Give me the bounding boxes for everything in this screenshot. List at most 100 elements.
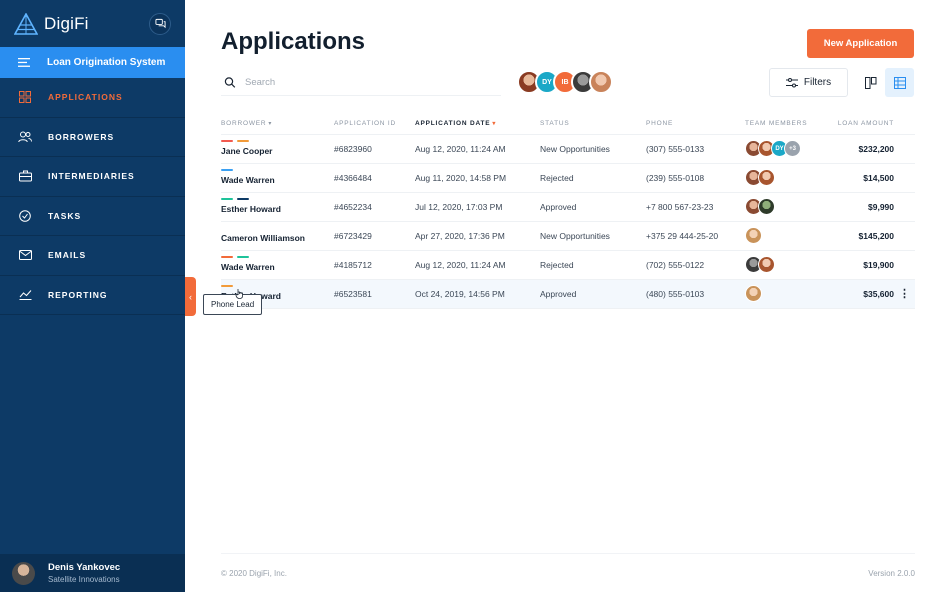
- phone-cell: +375 29 444-25-20: [646, 221, 745, 251]
- phone-cell: +7 800 567-23-23: [646, 192, 745, 222]
- user-name: Denis Yankovec: [48, 562, 121, 573]
- tag-list: [221, 168, 237, 171]
- application-id-cell: #4652234: [334, 192, 415, 222]
- filters-button[interactable]: Filters: [769, 68, 848, 97]
- application-date-cell: Aug 12, 2020, 11:24 AM: [415, 134, 540, 164]
- team-members-cell: [745, 279, 820, 309]
- table-row[interactable]: Wade Warren #4366484 Aug 11, 2020, 14:58…: [221, 163, 915, 193]
- actions-cell: [894, 134, 915, 164]
- table-row[interactable]: Wade Warren #4185712 Aug 12, 2020, 11:24…: [221, 250, 915, 280]
- page-title: Applications: [221, 28, 366, 55]
- sort-arrow-icon: ▾: [268, 121, 273, 128]
- sidebar-item-borrowers[interactable]: BORROWERS: [0, 118, 185, 157]
- phone-cell: (239) 555-0108: [646, 163, 745, 193]
- team-members-cell: [745, 163, 820, 193]
- column-header-team-members[interactable]: TEAM MEMBERS: [745, 114, 820, 135]
- tag-list: [221, 255, 253, 258]
- application-date-cell: Aug 11, 2020, 14:58 PM: [415, 163, 540, 193]
- check-circle-icon: [18, 209, 32, 223]
- sidebar-item-label: REPORTING: [48, 289, 108, 300]
- new-application-button[interactable]: New Application: [807, 29, 914, 58]
- sidebar-item-applications[interactable]: APPLICATIONS: [0, 78, 185, 118]
- column-header-loan-amount[interactable]: LOAN AMOUNT: [820, 114, 894, 135]
- borrower-cell: Cameron Williamson: [221, 221, 334, 251]
- tag-list: [221, 197, 253, 200]
- search-icon: [224, 77, 236, 88]
- sidebar-item-label: EMAILS: [48, 250, 87, 261]
- board-view-icon: [864, 76, 876, 89]
- status-cell: Approved: [540, 279, 646, 309]
- user-profile[interactable]: Denis Yankovec Satellite Innovations: [0, 554, 185, 592]
- team-members-cell: [745, 221, 820, 251]
- search-input[interactable]: [245, 77, 465, 88]
- borrower-name: Wade Warren: [221, 174, 275, 185]
- tag: [237, 139, 249, 142]
- table-header-row: BORROWER ▾ APPLICATION ID APPLICATION DAT…: [221, 114, 915, 135]
- column-header-status[interactable]: STATUS: [540, 114, 646, 135]
- actions-cell: [894, 221, 915, 251]
- actions-cell: [894, 192, 915, 222]
- table-row[interactable]: Jane Cooper #6823960 Aug 12, 2020, 11:24…: [221, 134, 915, 164]
- application-id-cell: #4366484: [334, 163, 415, 193]
- column-header-borrower[interactable]: BORROWER ▾: [221, 114, 334, 135]
- column-header-phone[interactable]: PHONE: [646, 114, 745, 135]
- loan-amount-cell: $232,200: [820, 134, 894, 164]
- chat-button[interactable]: [149, 12, 171, 35]
- hand-cursor-icon: [235, 289, 243, 299]
- status-cell: New Opportunities: [540, 134, 646, 164]
- column-header-application-date[interactable]: APPLICATION DATE ▾: [415, 114, 540, 135]
- users-icon: [18, 130, 32, 144]
- table-row[interactable]: Esther Howard #4652234 Jul 12, 2020, 17:…: [221, 192, 915, 222]
- column-header-actions: [894, 114, 915, 135]
- tag: [221, 197, 233, 200]
- loan-amount-cell: $35,600: [820, 279, 894, 309]
- tag: [221, 168, 233, 171]
- tag: [221, 139, 233, 142]
- borrower-name: Esther Howard: [221, 203, 281, 214]
- application-date-cell: Apr 27, 2020, 17:36 PM: [415, 221, 540, 251]
- row-actions-button[interactable]: ⋮: [894, 279, 915, 309]
- sidebar-item-emails[interactable]: EMAILS: [0, 236, 185, 276]
- avatar-initials: DY: [542, 78, 552, 86]
- avatar[interactable]: [589, 70, 613, 94]
- borrower-cell: Wade Warren: [221, 250, 334, 280]
- tag-tooltip: Phone Lead: [203, 294, 263, 315]
- borrower-cell: Esther Howard: [221, 192, 334, 222]
- status-cell: Approved: [540, 192, 646, 222]
- sidebar-item-reporting[interactable]: REPORTING: [0, 276, 185, 315]
- avatar-initials: DY: [775, 145, 784, 152]
- copyright-text: © 2020 DigiFi, Inc.: [221, 569, 287, 578]
- chat-icon: [154, 18, 166, 29]
- chart-line-icon: [18, 288, 32, 302]
- team-members-cell: DY +3: [745, 134, 820, 164]
- product-switcher[interactable]: Loan Origination System: [0, 47, 185, 78]
- brand-header: DigiFi: [0, 0, 185, 47]
- actions-cell: [894, 250, 915, 280]
- sidebar-item-tasks[interactable]: TASKS: [0, 197, 185, 236]
- application-date-cell: Aug 12, 2020, 11:24 AM: [415, 250, 540, 280]
- application-id-cell: #6823960: [334, 134, 415, 164]
- board-view-button[interactable]: [856, 68, 885, 97]
- loan-amount-cell: $145,200: [820, 221, 894, 251]
- table-view-button[interactable]: [885, 68, 914, 97]
- column-label: APPLICATION DATE: [415, 120, 491, 128]
- borrower-name: Wade Warren: [221, 261, 275, 272]
- filters-label: Filters: [803, 77, 832, 88]
- table-row[interactable]: Cameron Williamson #6723429 Apr 27, 2020…: [221, 221, 915, 251]
- avatar: [12, 561, 35, 585]
- team-members-cell: [745, 192, 820, 222]
- sidebar-item-label: INTERMEDIARIES: [48, 171, 135, 182]
- tag-list: [221, 284, 237, 287]
- search-bar: [221, 70, 501, 96]
- brand-name: DigiFi: [44, 13, 89, 33]
- column-header-application-id[interactable]: APPLICATION ID: [334, 114, 415, 135]
- product-name: Loan Origination System: [47, 57, 166, 68]
- sidebar-item-label: BORROWERS: [48, 131, 115, 142]
- column-label: TEAM MEMBERS: [745, 120, 808, 128]
- loan-amount-cell: $14,500: [820, 163, 894, 193]
- sidebar-item-intermediaries[interactable]: INTERMEDIARIES: [0, 157, 185, 197]
- tag[interactable]: [221, 284, 233, 287]
- application-id-cell: #6723429: [334, 221, 415, 251]
- user-organization: Satellite Innovations: [48, 575, 120, 584]
- table-row[interactable]: Esther Howard #6523581 Oct 24, 2019, 14:…: [221, 279, 915, 309]
